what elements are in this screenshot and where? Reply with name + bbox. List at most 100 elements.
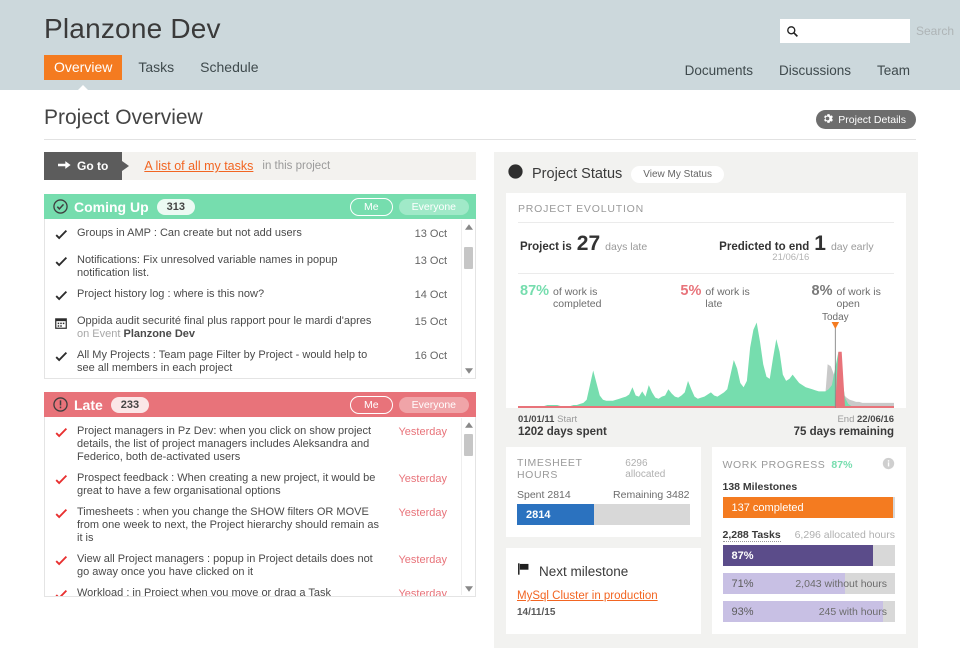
list-item[interactable]: All My Projects : Team page Filter by Pr…	[45, 345, 475, 379]
tasks-count-label: 2,288 Tasks	[723, 529, 781, 542]
list-item[interactable]: Oppida audit securité final plus rapport…	[45, 311, 475, 345]
metric-predicted-end: Predicted to end 21/06/16 1 day early	[719, 232, 873, 263]
check-icon	[55, 288, 77, 307]
tasks-with-hours-pct: 93%	[723, 606, 754, 618]
pct-completed: 87% of work is completed	[520, 283, 628, 310]
days-remaining: 75 days remaining	[794, 426, 894, 438]
list-item-text: Project managers in Pz Dev: when you cli…	[77, 425, 389, 464]
timesheet-bar-labels: Spent 2814 Remaining 3482	[517, 489, 690, 501]
list-item[interactable]: View all Project managers : popup in Pro…	[45, 549, 475, 583]
tasks-with-hours-track: 93% 245 with hours	[723, 601, 896, 622]
nav-documents[interactable]: Documents	[685, 63, 753, 78]
project-details-button[interactable]: Project Details	[816, 110, 916, 129]
tasks-without-hours-pct: 71%	[723, 578, 754, 590]
search-input[interactable]	[799, 24, 954, 38]
metric-days-late-unit: days late	[605, 241, 647, 253]
top-header-bar: Planzone Dev Overview Tasks Schedule Doc…	[0, 0, 960, 90]
work-progress-column: WORK PROGRESS 87% 138 Milestones 137 com…	[712, 447, 907, 634]
check-icon	[55, 254, 77, 273]
check-icon-red	[55, 425, 77, 444]
list-item[interactable]: Timesheets : when you change the SHOW fi…	[45, 502, 475, 549]
milestones-bar-fill: 137 completed	[723, 497, 894, 518]
view-my-status-button[interactable]: View My Status	[631, 166, 724, 183]
list-item[interactable]: Prospect feedback : When creating a new …	[45, 468, 475, 502]
check-icon	[55, 227, 77, 246]
tasks-with-hours-label: 245 with hours	[819, 606, 887, 618]
late-filter-me[interactable]: Me	[350, 396, 393, 414]
tasks-bar-fill: 87%	[723, 545, 873, 566]
coming-up-scrollbar[interactable]	[461, 220, 474, 377]
coming-up-count: 313	[157, 199, 195, 215]
exclamation-circle-icon	[53, 397, 68, 412]
list-item-subtext: on Event Planzone Dev	[77, 328, 195, 340]
list-item-date: 15 Oct	[389, 315, 447, 328]
list-item-date: 13 Oct	[389, 254, 447, 267]
timesheet-bar-value: 2814	[517, 509, 550, 521]
list-item[interactable]: Project history log : where is this now?…	[45, 284, 475, 311]
project-details-label: Project Details	[838, 114, 906, 126]
list-item-text: All My Projects : Team page Filter by Pr…	[77, 349, 389, 375]
pct-completed-value: 87%	[520, 283, 549, 299]
tab-tasks[interactable]: Tasks	[128, 55, 184, 80]
scrollbar-thumb[interactable]	[464, 247, 473, 269]
metric-days-late-label: Project is	[520, 241, 572, 253]
list-item[interactable]: Notifications: Fix unresolved variable n…	[45, 250, 475, 284]
late-filter-everyone[interactable]: Everyone	[399, 397, 469, 413]
late-body: Project managers in Pz Dev: when you cli…	[44, 417, 476, 597]
list-item[interactable]: Project managers in Pz Dev: when you cli…	[45, 421, 475, 468]
goto-button[interactable]: Go to	[44, 152, 122, 180]
nav-discussions[interactable]: Discussions	[779, 63, 851, 78]
start-date-label: Start	[557, 414, 577, 425]
late-scrollbar[interactable]	[461, 418, 474, 595]
scroll-down-icon[interactable]	[462, 364, 475, 377]
tasks-without-hours-label: 2,043 without hours	[795, 578, 887, 590]
next-milestone-link[interactable]: MySql Cluster in production	[517, 590, 690, 602]
nav-team[interactable]: Team	[877, 63, 910, 78]
coming-up-filter-me[interactable]: Me	[350, 198, 393, 216]
all-my-tasks-link[interactable]: A list of all my tasks	[144, 159, 253, 173]
milestones-bar-value: 137 completed	[723, 502, 804, 514]
scroll-down-icon[interactable]	[462, 582, 475, 595]
list-item-text: Timesheets : when you change the SHOW fi…	[77, 506, 389, 545]
coming-up-filter-everyone[interactable]: Everyone	[399, 199, 469, 215]
tab-overview[interactable]: Overview	[44, 55, 122, 80]
tasks-bar-pct: 87%	[723, 550, 754, 562]
project-evolution-label: PROJECT EVOLUTION	[518, 203, 894, 223]
list-item-text: View all Project managers : popup in Pro…	[77, 553, 389, 579]
project-evolution-section: PROJECT EVOLUTION Project is 27 days lat…	[506, 193, 906, 408]
list-item[interactable]: Workload : in Project when you move or d…	[45, 583, 475, 597]
pct-open-value: 8%	[812, 283, 833, 299]
coming-up-header: Coming Up 313 Me Everyone	[44, 194, 476, 219]
scrollbar-thumb[interactable]	[464, 434, 473, 456]
project-status-header: Project Status View My Status	[506, 162, 906, 193]
end-date-label: End	[837, 414, 854, 425]
list-item-date: 16 Oct	[389, 349, 447, 362]
coming-up-body: Groups in AMP : Can create but not add u…	[44, 219, 476, 379]
check-circle-icon	[53, 199, 68, 214]
scroll-up-icon[interactable]	[462, 418, 475, 431]
project-status-card: Project Status View My Status PROJECT EV…	[494, 152, 918, 648]
late-title: Late	[74, 397, 103, 413]
tab-schedule[interactable]: Schedule	[190, 55, 268, 80]
work-percentages: 87% of work is completed 5% of work is l…	[518, 274, 894, 312]
list-item-subtext-value: Planzone Dev	[123, 328, 195, 340]
right-column: Project Status View My Status PROJECT EV…	[494, 152, 918, 648]
evolution-footer-left: 01/01/11 Start 1202 days spent	[518, 414, 607, 438]
pct-completed-label: of work is completed	[553, 286, 628, 310]
late-list: Project managers in Pz Dev: when you cli…	[45, 417, 475, 597]
scroll-up-icon[interactable]	[462, 220, 475, 233]
left-column: Go to A list of all my tasks in this pro…	[44, 152, 476, 648]
secondary-nav: Documents Discussions Team	[685, 63, 910, 78]
list-item-text-group: Oppida audit securité final plus rapport…	[77, 315, 389, 341]
list-item[interactable]: Groups in AMP : Can create but not add u…	[45, 223, 475, 250]
tasks-labels: 2,288 Tasks 6,296 allocated hours	[723, 529, 896, 542]
timesheet-header: TIMESHEET HOURS 6296 allocated	[517, 457, 690, 481]
metric-days-late-number: 27	[577, 232, 600, 256]
goto-link-area: A list of all my tasks in this project	[122, 152, 330, 180]
check-icon-red	[55, 472, 77, 491]
info-icon[interactable]	[882, 457, 895, 473]
list-item-date: 13 Oct	[389, 227, 447, 240]
next-milestone-card: Next milestone MySql Cluster in producti…	[506, 548, 701, 634]
flag-icon	[517, 562, 531, 581]
search-box[interactable]	[780, 19, 910, 43]
